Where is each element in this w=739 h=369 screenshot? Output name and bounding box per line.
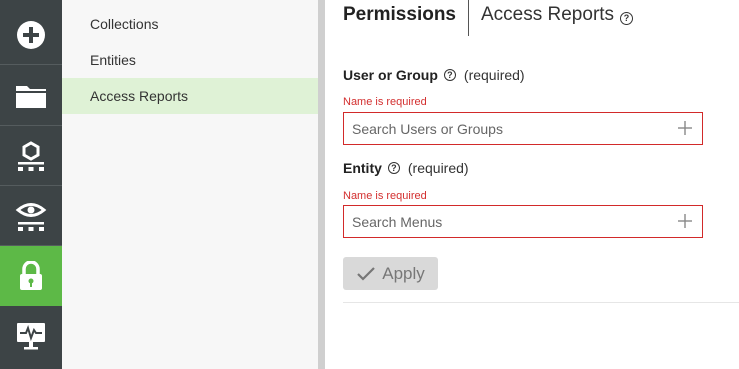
tab-access-reports-label: Access Reports (481, 4, 615, 25)
help-icon[interactable]: ? (620, 12, 634, 25)
user-group-label-text: User or Group (343, 67, 438, 83)
eye-network-icon (15, 202, 47, 231)
entity-search-input[interactable] (344, 206, 664, 237)
rail-item-collections[interactable] (0, 66, 62, 126)
subnav-item-entities[interactable]: Entities (62, 42, 318, 78)
hierarchy-icon (18, 140, 44, 171)
user-group-label: User or Group ? (required) (343, 67, 525, 83)
apply-button-label: Apply (382, 263, 425, 283)
rail-item-entities[interactable] (0, 126, 62, 186)
monitor-pulse-icon (17, 323, 45, 350)
add-icon[interactable] (678, 214, 692, 228)
required-note: (required) (407, 160, 469, 176)
rail-item-reports[interactable] (0, 186, 62, 246)
divider (343, 302, 739, 303)
rail-item-security[interactable] (0, 246, 62, 306)
plus-circle-icon (17, 20, 45, 49)
sub-navigation: Collections Entities Access Reports (62, 0, 318, 369)
user-group-search-input[interactable] (344, 113, 664, 144)
entity-label: Entity ? (required) (343, 160, 469, 176)
folder-icon (16, 85, 46, 108)
tab-access-reports[interactable]: Access Reports ? (469, 0, 634, 36)
lock-icon (20, 261, 42, 290)
user-group-error: Name is required (343, 96, 427, 108)
tab-permissions[interactable]: Permissions (343, 0, 469, 36)
entity-field (343, 205, 703, 238)
add-icon[interactable] (678, 121, 692, 135)
panel-divider[interactable] (318, 0, 325, 369)
entity-error: Name is required (343, 190, 427, 202)
tab-bar: Permissions Access Reports ? (343, 0, 634, 36)
help-icon[interactable]: ? (387, 162, 400, 174)
main-panel: Permissions Access Reports ? User or Gro… (325, 0, 739, 369)
entity-label-text: Entity (343, 160, 382, 176)
user-group-field (343, 112, 703, 145)
subnav-item-collections[interactable]: Collections (62, 6, 318, 42)
icon-rail (0, 0, 62, 369)
subnav-item-access-reports[interactable]: Access Reports (62, 78, 318, 114)
rail-item-monitoring[interactable] (0, 306, 62, 366)
apply-button[interactable]: Apply (343, 257, 438, 290)
rail-item-create[interactable] (0, 5, 62, 65)
help-icon[interactable]: ? (443, 69, 456, 81)
required-note: (required) (463, 67, 525, 83)
checkmark-icon (357, 266, 376, 281)
